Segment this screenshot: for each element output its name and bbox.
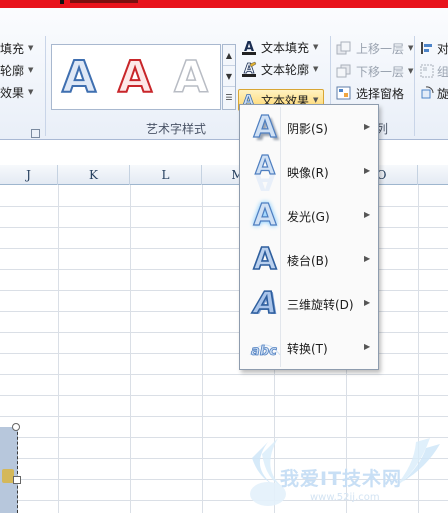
grid-line — [0, 311, 448, 312]
grid-line — [0, 248, 448, 249]
grid-line — [0, 269, 448, 270]
title-mark — [60, 0, 64, 4]
menu-item-3d-rotation[interactable]: A 三维旋转(D) ▶ — [242, 283, 376, 325]
menu-item-transform[interactable]: abc 转换(T) ▶ — [242, 327, 376, 369]
grid-line — [130, 185, 131, 513]
grid-line — [0, 227, 448, 228]
column-header-p[interactable] — [418, 165, 448, 185]
3d-rotation-icon: A — [249, 285, 281, 322]
column-header-l[interactable]: L — [130, 165, 202, 185]
wordart-style-gallery[interactable]: A A A — [51, 44, 221, 110]
selection-pane-icon — [336, 86, 351, 100]
grid-line — [0, 206, 448, 207]
resize-handle[interactable] — [12, 423, 20, 431]
svg-text:abc: abc — [251, 344, 277, 359]
resize-handle[interactable] — [13, 476, 21, 484]
grid-line — [0, 416, 448, 417]
group-separator — [45, 36, 46, 136]
menu-item-shadow[interactable]: A 阴影(S) ▶ — [242, 107, 376, 149]
bring-forward-button[interactable]: 上移一层 ▼ — [336, 38, 413, 58]
send-backward-button[interactable]: 下移一层 ▼ — [336, 61, 413, 81]
group-icon — [420, 64, 434, 78]
group-separator — [414, 36, 415, 136]
grid-line — [0, 290, 448, 291]
text-fill-icon: A — [242, 40, 256, 55]
selection-pane-button[interactable]: 选择窗格 — [336, 83, 404, 103]
align-icon — [421, 42, 432, 54]
watermark-title: 我爱IT技术网 — [280, 468, 403, 490]
grid-line — [0, 332, 448, 333]
group-button[interactable]: 组 — [420, 61, 448, 81]
bring-forward-icon — [336, 41, 351, 55]
watermark-url: www.52ij.com — [310, 492, 380, 503]
menu-item-bevel[interactable]: A 棱台(B) ▶ — [242, 239, 376, 281]
text-outline-button[interactable]: A 文本轮廓 ▼ — [241, 59, 318, 79]
chevron-right-icon: ▶ — [364, 254, 371, 263]
gallery-scroll-up-icon[interactable]: ▲ — [223, 45, 235, 66]
gallery-more-icon[interactable]: ☰ — [223, 87, 235, 108]
chevron-right-icon: ▶ — [364, 210, 371, 219]
column-header-k[interactable]: K — [58, 165, 130, 185]
wordart-styles-group-label: 艺术字样式 — [146, 122, 207, 136]
chevron-down-icon: ▼ — [313, 65, 319, 73]
chevron-down-icon: ▼ — [28, 88, 34, 96]
glow-icon: A — [253, 197, 277, 233]
chevron-down-icon: ▼ — [28, 44, 34, 52]
chevron-down-icon: ▼ — [408, 44, 414, 52]
column-header: J K L M N O — [0, 165, 448, 185]
shadow-icon: A — [253, 109, 277, 145]
dialog-launcher-icon[interactable] — [31, 129, 40, 138]
align-button[interactable]: 对 — [420, 38, 448, 58]
chevron-right-icon: ▶ — [364, 166, 371, 175]
wordart-style-blue-outline[interactable]: A — [61, 54, 97, 102]
selected-shape[interactable] — [0, 427, 18, 513]
menu-item-reflection[interactable]: A A 映像(R) ▶ — [242, 150, 376, 193]
bevel-icon: A — [253, 241, 278, 278]
shape-effects-button[interactable]: 效果 ▼ — [0, 82, 33, 102]
chevron-right-icon: ▶ — [364, 298, 371, 307]
menu-item-glow[interactable]: A 发光(G) ▶ — [242, 195, 376, 237]
watermark: 我爱IT技术网 www.52ij.com — [230, 436, 448, 513]
grid-line — [0, 395, 448, 396]
chevron-down-icon: ▼ — [313, 43, 319, 51]
text-fill-button[interactable]: A 文本填充 ▼ — [241, 37, 318, 57]
grid-line — [0, 374, 448, 375]
rotate-icon — [421, 86, 434, 99]
chevron-down-icon: ▼ — [408, 67, 414, 75]
shape-fill-button[interactable]: 填充 ▼ — [0, 38, 33, 58]
grid-line — [58, 185, 59, 513]
wordart-style-white[interactable]: A — [173, 54, 209, 102]
chevron-down-icon: ▼ — [313, 96, 319, 104]
wordart-style-red-outline[interactable]: A — [117, 54, 153, 102]
rotate-button[interactable]: 旋 — [420, 83, 448, 103]
chevron-right-icon: ▶ — [364, 122, 371, 131]
text-effects-menu: A 阴影(S) ▶ A A 映像(R) ▶ A 发光(G) ▶ A 棱台(B) … — [239, 104, 379, 370]
shape-outline-button[interactable]: 轮廓 ▼ — [0, 60, 33, 80]
chevron-right-icon: ▶ — [364, 342, 371, 351]
send-backward-icon — [336, 64, 351, 78]
column-header-j[interactable]: J — [0, 165, 58, 185]
gallery-scroll: ▲ ▼ ☰ — [222, 44, 236, 110]
reflection-mirror: A — [254, 175, 276, 191]
transform-icon: abc — [249, 344, 281, 359]
title-text-fragment — [70, 0, 138, 3]
grid-line — [202, 185, 203, 513]
ribbon: 填充 ▼ 轮廓 ▼ 效果 ▼ A A A ▲ ▼ ☰ A 文本填充 ▼ A 文本轮廓 ▼ … — [0, 8, 448, 140]
chevron-down-icon: ▼ — [28, 66, 34, 74]
title-bar — [0, 0, 448, 8]
gallery-scroll-down-icon[interactable]: ▼ — [223, 66, 235, 87]
grid-line — [0, 353, 448, 354]
text-outline-icon: A — [242, 62, 257, 77]
